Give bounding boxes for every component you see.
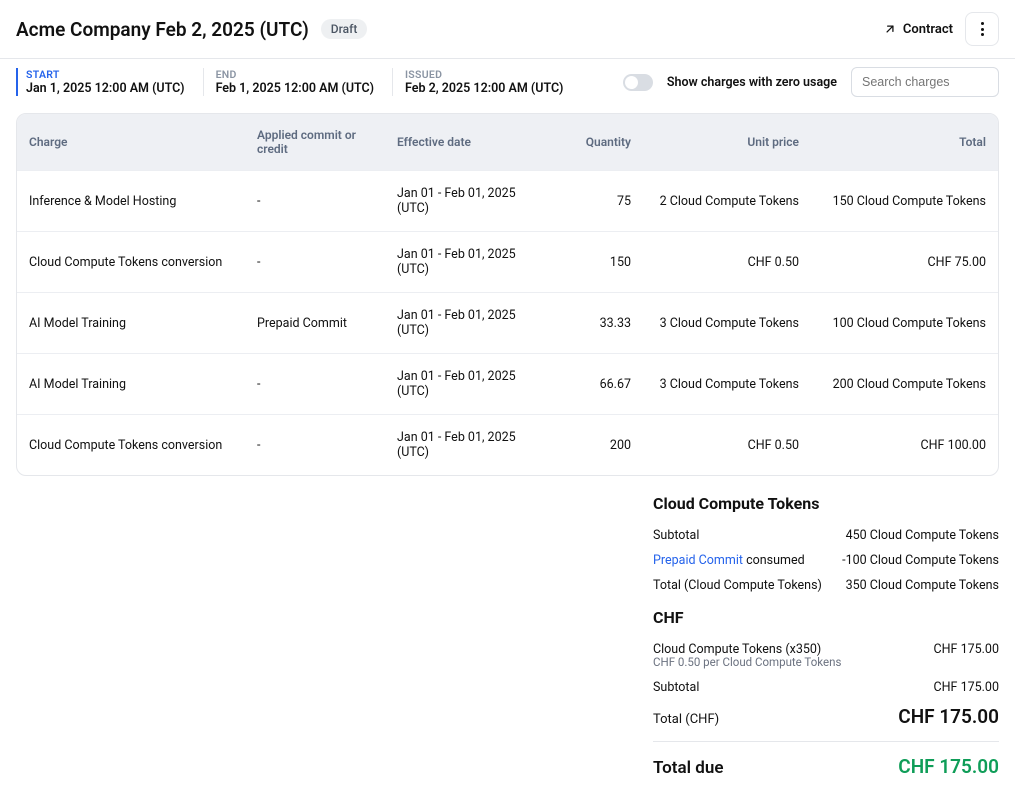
total-chf-value: CHF 175.00: [898, 705, 999, 728]
cell-price: 3 Cloud Compute Tokens: [643, 354, 811, 415]
cell-charge: Inference & Model Hosting: [17, 171, 245, 232]
cell-charge: Cloud Compute Tokens conversion: [17, 232, 245, 293]
prepaid-commit-value: -100 Cloud Compute Tokens: [842, 553, 999, 568]
table-row[interactable]: Inference & Model Hosting-Jan 01 - Feb 0…: [17, 171, 998, 232]
charges-table: Charge Applied commit or credit Effectiv…: [16, 113, 999, 476]
total-due-value: CHF 175.00: [898, 755, 999, 778]
meta-issued[interactable]: ISSUED Feb 2, 2025 12:00 AM (UTC): [405, 68, 581, 96]
meta-start[interactable]: START Jan 1, 2025 12:00 AM (UTC): [16, 68, 204, 96]
cell-price: 2 Cloud Compute Tokens: [643, 171, 811, 232]
arrow-up-right-icon: [883, 22, 897, 36]
cell-commit: -: [245, 232, 385, 293]
table-row[interactable]: Cloud Compute Tokens conversion-Jan 01 -…: [17, 415, 998, 476]
cell-qty: 75: [553, 171, 643, 232]
cell-qty: 150: [553, 232, 643, 293]
cell-date: Jan 01 - Feb 01, 2025 (UTC): [385, 232, 553, 293]
zero-usage-toggle[interactable]: [623, 74, 653, 91]
total-cct-value: 350 Cloud Compute Tokens: [846, 578, 999, 593]
page-title: Acme Company Feb 2, 2025 (UTC): [16, 18, 309, 41]
prepaid-commit-link[interactable]: Prepaid Commit: [653, 553, 743, 568]
cell-commit: Prepaid Commit: [245, 293, 385, 354]
cell-date: Jan 01 - Feb 01, 2025 (UTC): [385, 171, 553, 232]
col-charge[interactable]: Charge: [17, 114, 245, 171]
summary-panel: Cloud Compute Tokens Subtotal 450 Cloud …: [653, 494, 999, 783]
cct-x-value: CHF 175.00: [934, 642, 1000, 657]
cell-commit: -: [245, 171, 385, 232]
meta-start-label: START: [26, 68, 185, 81]
status-badge: Draft: [321, 19, 368, 39]
meta-issued-value: Feb 2, 2025 12:00 AM (UTC): [405, 81, 563, 96]
cell-date: Jan 01 - Feb 01, 2025 (UTC): [385, 354, 553, 415]
contract-link[interactable]: Contract: [883, 22, 953, 37]
chf-subtotal-label: Subtotal: [653, 680, 699, 695]
cell-total: CHF 100.00: [811, 415, 998, 476]
meta-issued-label: ISSUED: [405, 68, 563, 81]
cell-date: Jan 01 - Feb 01, 2025 (UTC): [385, 293, 553, 354]
meta-end-value: Feb 1, 2025 12:00 AM (UTC): [216, 81, 374, 96]
cell-commit: -: [245, 415, 385, 476]
cell-qty: 33.33: [553, 293, 643, 354]
col-total[interactable]: Total: [811, 114, 998, 171]
cell-qty: 200: [553, 415, 643, 476]
prepaid-commit-consumed: Prepaid Commit consumed: [653, 553, 805, 568]
cell-price: CHF 0.50: [643, 415, 811, 476]
prepaid-commit-suffix: consumed: [743, 553, 805, 568]
summary-divider: [653, 741, 999, 742]
meta-end-label: END: [216, 68, 374, 81]
table-row[interactable]: AI Model TrainingPrepaid CommitJan 01 - …: [17, 293, 998, 354]
meta-end[interactable]: END Feb 1, 2025 12:00 AM (UTC): [216, 68, 393, 96]
total-cct-label: Total (Cloud Compute Tokens): [653, 578, 822, 593]
col-price[interactable]: Unit price: [643, 114, 811, 171]
cell-date: Jan 01 - Feb 01, 2025 (UTC): [385, 415, 553, 476]
cct-heading: Cloud Compute Tokens: [653, 494, 999, 513]
meta-start-value: Jan 1, 2025 12:00 AM (UTC): [26, 81, 185, 96]
chf-subtotal-value: CHF 175.00: [934, 680, 1000, 695]
cell-price: 3 Cloud Compute Tokens: [643, 293, 811, 354]
cell-charge: Cloud Compute Tokens conversion: [17, 415, 245, 476]
cell-price: CHF 0.50: [643, 232, 811, 293]
cell-total: 100 Cloud Compute Tokens: [811, 293, 998, 354]
contract-link-label: Contract: [903, 22, 953, 37]
total-chf-label: Total (CHF): [653, 712, 719, 727]
chf-heading: CHF: [653, 608, 999, 627]
col-qty[interactable]: Quantity: [553, 114, 643, 171]
table-row[interactable]: AI Model Training-Jan 01 - Feb 01, 2025 …: [17, 354, 998, 415]
table-row[interactable]: Cloud Compute Tokens conversion-Jan 01 -…: [17, 232, 998, 293]
col-commit[interactable]: Applied commit or credit: [245, 114, 385, 171]
cct-rate-note: CHF 0.50 per Cloud Compute Tokens: [653, 655, 999, 669]
page-header: Acme Company Feb 2, 2025 (UTC) Draft Con…: [0, 0, 1015, 59]
cct-subtotal-value: 450 Cloud Compute Tokens: [846, 528, 999, 543]
cell-total: 150 Cloud Compute Tokens: [811, 171, 998, 232]
more-actions-button[interactable]: [965, 12, 999, 46]
cell-charge: AI Model Training: [17, 354, 245, 415]
col-date[interactable]: Effective date: [385, 114, 553, 171]
cell-charge: AI Model Training: [17, 293, 245, 354]
cell-qty: 66.67: [553, 354, 643, 415]
cell-total: 200 Cloud Compute Tokens: [811, 354, 998, 415]
zero-usage-toggle-label: Show charges with zero usage: [667, 75, 837, 90]
meta-bar: START Jan 1, 2025 12:00 AM (UTC) END Feb…: [0, 59, 1015, 113]
cell-commit: -: [245, 354, 385, 415]
cct-subtotal-label: Subtotal: [653, 528, 699, 543]
dots-vertical-icon: [981, 22, 984, 36]
search-input[interactable]: [851, 67, 999, 97]
cell-total: CHF 75.00: [811, 232, 998, 293]
total-due-label: Total due: [653, 758, 723, 778]
